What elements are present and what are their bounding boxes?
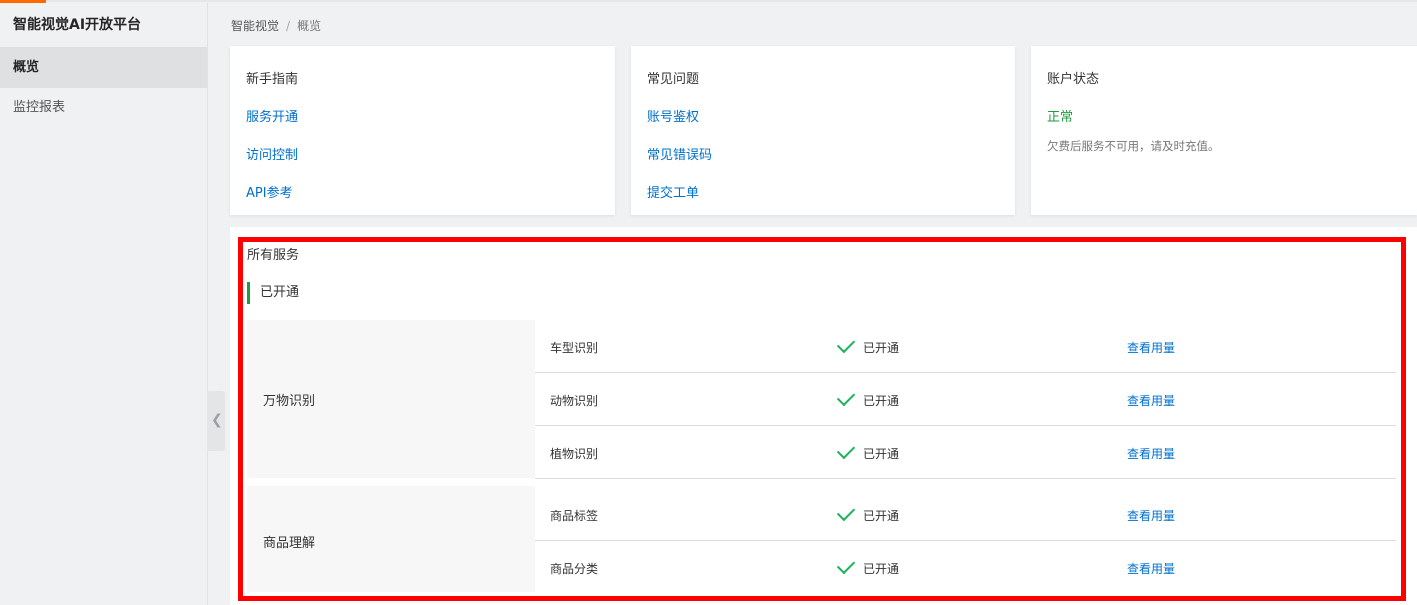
view-usage-link[interactable]: 查看用量 xyxy=(1127,392,1175,409)
service-status: 已开通 xyxy=(836,387,899,409)
service-name: 车型识别 xyxy=(550,341,599,355)
guide-card-title: 新手指南 xyxy=(246,72,299,87)
account-card-title: 账户状态 xyxy=(1047,72,1100,87)
check-icon xyxy=(836,440,856,460)
view-usage-link[interactable]: 查看用量 xyxy=(1127,560,1175,577)
account-status-note: 欠费后服务不可用，请及时充值。 xyxy=(1047,139,1220,153)
faq-card-title: 常见问题 xyxy=(647,72,700,87)
service-row: 动物识别 已开通 查看用量 xyxy=(535,373,1396,426)
view-usage-link[interactable]: 查看用量 xyxy=(1127,507,1175,524)
sidebar-item-monitoring-report[interactable]: 监控报表 xyxy=(0,88,207,128)
platform-title: 智能视觉AI开放平台 xyxy=(0,3,207,48)
guide-card: 新手指南 服务开通 访问控制 API参考 xyxy=(230,46,615,215)
breadcrumb: 智能视觉 / 概览 xyxy=(231,17,321,34)
services-title: 所有服务 xyxy=(247,248,300,263)
sidebar: 智能视觉AI开放平台 概览 监控报表 xyxy=(0,3,208,605)
service-status: 已开通 xyxy=(836,555,899,577)
link-error-codes[interactable]: 常见错误码 xyxy=(647,144,712,163)
service-row: 车型识别 已开通 查看用量 xyxy=(535,320,1396,373)
check-icon xyxy=(836,502,856,522)
check-icon xyxy=(836,555,856,575)
service-row: 商品分类 已开通 查看用量 xyxy=(535,541,1396,592)
link-access-control[interactable]: 访问控制 xyxy=(246,144,298,163)
service-name: 商品分类 xyxy=(550,562,599,576)
service-row: 商品标签 已开通 查看用量 xyxy=(535,479,1396,541)
check-icon xyxy=(836,387,856,407)
link-api-reference[interactable]: API参考 xyxy=(246,182,293,201)
faq-card: 常见问题 账号鉴权 常见错误码 提交工单 xyxy=(631,46,1015,215)
category-name: 万物识别 xyxy=(263,394,316,409)
breadcrumb-separator: / xyxy=(286,19,291,33)
service-name: 植物识别 xyxy=(550,447,599,461)
category-name: 商品理解 xyxy=(263,536,316,551)
view-usage-link[interactable]: 查看用量 xyxy=(1127,339,1175,356)
service-status: 已开通 xyxy=(836,334,899,356)
view-usage-link[interactable]: 查看用量 xyxy=(1127,445,1175,462)
category-cell: 万物识别 xyxy=(247,320,535,478)
link-service-activation[interactable]: 服务开通 xyxy=(246,106,298,125)
link-account-auth[interactable]: 账号鉴权 xyxy=(647,106,699,125)
service-row: 植物识别 已开通 查看用量 xyxy=(535,426,1396,479)
account-status-value: 正常 xyxy=(1047,110,1074,125)
service-name: 商品标签 xyxy=(550,509,599,523)
category-cell: 商品理解 xyxy=(247,486,535,592)
sidebar-item-overview[interactable]: 概览 xyxy=(0,48,207,88)
service-status: 已开通 xyxy=(836,502,899,524)
services-section-activated: 已开通 xyxy=(247,282,299,304)
breadcrumb-current: 概览 xyxy=(297,19,322,33)
service-status: 已开通 xyxy=(836,440,899,462)
service-name: 动物识别 xyxy=(550,394,599,408)
breadcrumb-parent[interactable]: 智能视觉 xyxy=(231,19,279,33)
account-status-card: 账户状态 正常 欠费后服务不可用，请及时充值。 xyxy=(1031,46,1417,215)
link-submit-ticket[interactable]: 提交工单 xyxy=(647,182,699,201)
top-border xyxy=(46,0,1417,2)
check-icon xyxy=(836,334,856,354)
